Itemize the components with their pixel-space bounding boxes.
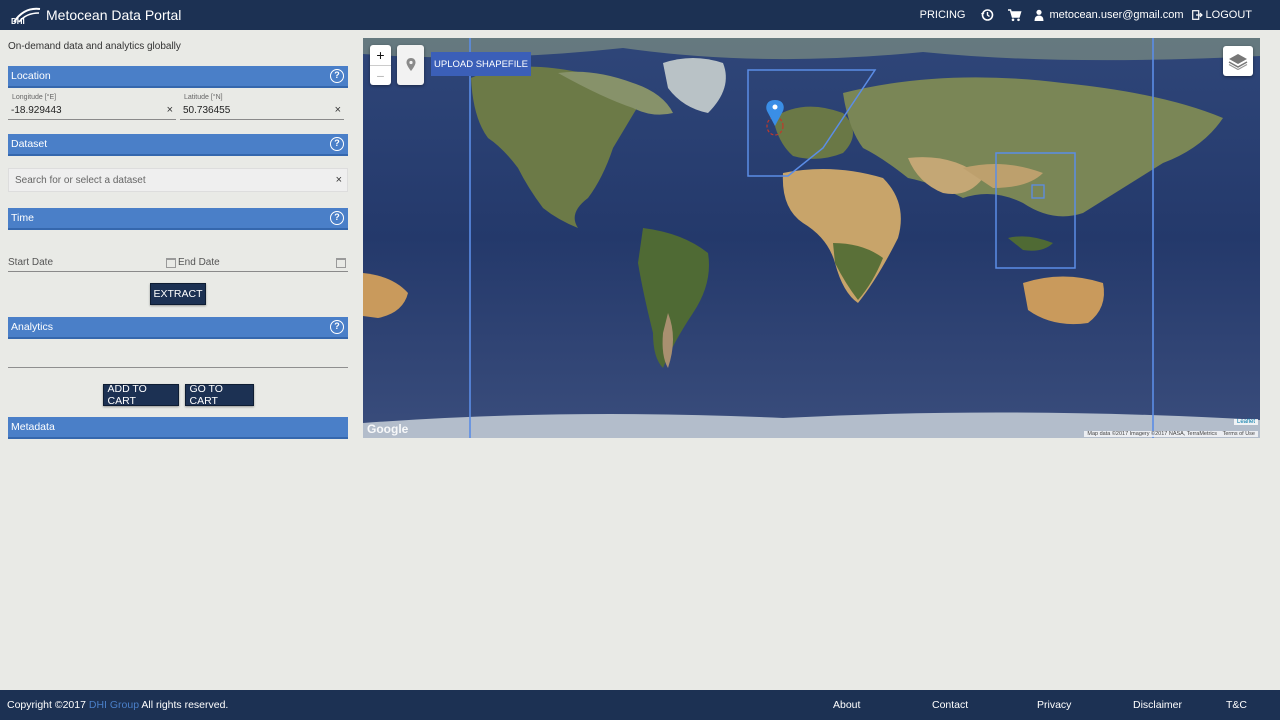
terms-of-use-link[interactable]: Terms of Use (1223, 431, 1255, 437)
svg-text:DHI: DHI (11, 17, 25, 25)
zoom-control: + − (370, 45, 391, 85)
layers-icon (1228, 54, 1248, 70)
dataset-title: Dataset (11, 138, 48, 150)
longitude-input[interactable]: -18.929443 (11, 105, 62, 116)
map-view[interactable]: + − UPLOAD SHAPEFILE Google Leaflet Map … (363, 38, 1260, 438)
logout-label: LOGOUT (1205, 9, 1252, 21)
add-to-cart-button[interactable]: ADD TO CART (102, 383, 179, 407)
location-header[interactable]: Location ? (8, 66, 348, 88)
dataset-search-input[interactable]: Search for or select a dataset × (8, 168, 348, 192)
google-logo: Google (367, 422, 409, 436)
leaflet-link[interactable]: Leaflet (1233, 419, 1258, 425)
footer-link-disclaimer[interactable]: Disclaimer (1133, 699, 1182, 711)
footer-link-privacy[interactable]: Privacy (1037, 699, 1071, 711)
map-pin-icon (406, 58, 415, 71)
end-date-placeholder: End Date (178, 257, 220, 268)
calendar-icon[interactable] (166, 258, 176, 268)
metadata-header[interactable]: Metadata (8, 417, 348, 439)
longitude-label: Longitude [°E] (12, 94, 57, 101)
clear-latitude-icon[interactable]: × (335, 104, 341, 116)
dataset-search-placeholder: Search for or select a dataset (15, 175, 146, 186)
analytics-title: Analytics (11, 321, 54, 333)
copyright-prefix: Copyright ©2017 (7, 699, 86, 711)
tagline: On-demand data and analytics globally (8, 41, 181, 52)
clear-dataset-icon[interactable]: × (336, 174, 342, 186)
cart-buttons: ADD TO CART GO TO CART (8, 383, 348, 407)
calendar-icon[interactable] (336, 258, 346, 268)
analytics-header[interactable]: Analytics ? (8, 317, 348, 339)
help-icon[interactable]: ? (330, 211, 344, 225)
footer-link-contact[interactable]: Contact (932, 699, 968, 711)
sidebar: On-demand data and analytics globally Lo… (8, 30, 348, 439)
dhi-logo-icon: DHI (11, 7, 41, 25)
extract-button[interactable]: EXTRACT (150, 283, 206, 305)
copyright-suffix: All rights reserved. (141, 699, 229, 711)
end-date-field[interactable]: End Date (178, 256, 348, 272)
latitude-label: Latitude [°N] (184, 94, 223, 101)
history-icon[interactable] (979, 7, 995, 23)
location-fields: Longitude [°E] -18.929443 × Latitude [°N… (8, 94, 348, 120)
brand[interactable]: DHI Metocean Data Portal (0, 5, 181, 25)
layers-button[interactable] (1223, 46, 1253, 76)
help-icon[interactable]: ? (330, 69, 344, 83)
zoom-out-button[interactable]: − (370, 65, 391, 85)
pricing-link[interactable]: PRICING (920, 9, 966, 21)
date-row: Start Date End Date (8, 256, 348, 272)
footer-link-tc[interactable]: T&C (1226, 699, 1247, 711)
clear-longitude-icon[interactable]: × (167, 104, 173, 116)
app-title[interactable]: Metocean Data Portal (46, 7, 181, 23)
logout-icon (1191, 10, 1203, 20)
start-date-field[interactable]: Start Date (8, 256, 178, 272)
latitude-input[interactable]: 50.736455 (183, 105, 230, 116)
time-header[interactable]: Time ? (8, 208, 348, 230)
longitude-field[interactable]: Longitude [°E] -18.929443 × (8, 94, 176, 120)
cart-icon[interactable] (1006, 7, 1022, 23)
go-to-cart-button[interactable]: GO TO CART (184, 383, 254, 407)
footer-link-about[interactable]: About (833, 699, 860, 711)
help-icon[interactable]: ? (330, 137, 344, 151)
user-icon (1033, 7, 1045, 23)
metadata-title: Metadata (11, 421, 55, 433)
top-navbar: DHI Metocean Data Portal PRICING metocea… (0, 0, 1280, 30)
help-icon[interactable]: ? (330, 320, 344, 334)
dataset-header[interactable]: Dataset ? (8, 134, 348, 156)
divider (8, 367, 348, 368)
world-map-imagery[interactable] (363, 38, 1260, 438)
map-attribution: Map data ©2017 Imagery ©2017 NASA, Terra… (1084, 431, 1258, 437)
location-pin-button[interactable] (397, 45, 424, 85)
dhi-group-link[interactable]: DHI Group (89, 699, 139, 711)
location-title: Location (11, 70, 51, 82)
top-nav: PRICING metocean.user@gmail.com LOGOUT (920, 7, 1280, 23)
start-date-placeholder: Start Date (8, 257, 54, 268)
zoom-in-button[interactable]: + (370, 45, 391, 65)
latitude-field[interactable]: Latitude [°N] 50.736455 × (180, 94, 344, 120)
copyright: Copyright ©2017 DHI Group All rights res… (0, 699, 228, 711)
logout-button[interactable]: LOGOUT (1191, 9, 1252, 21)
footer: Copyright ©2017 DHI Group All rights res… (0, 690, 1280, 720)
upload-shapefile-button[interactable]: UPLOAD SHAPEFILE (431, 52, 531, 76)
user-email[interactable]: metocean.user@gmail.com (1049, 9, 1183, 21)
attribution-text: Map data ©2017 Imagery ©2017 NASA, Terra… (1087, 431, 1218, 437)
time-title: Time (11, 212, 34, 224)
